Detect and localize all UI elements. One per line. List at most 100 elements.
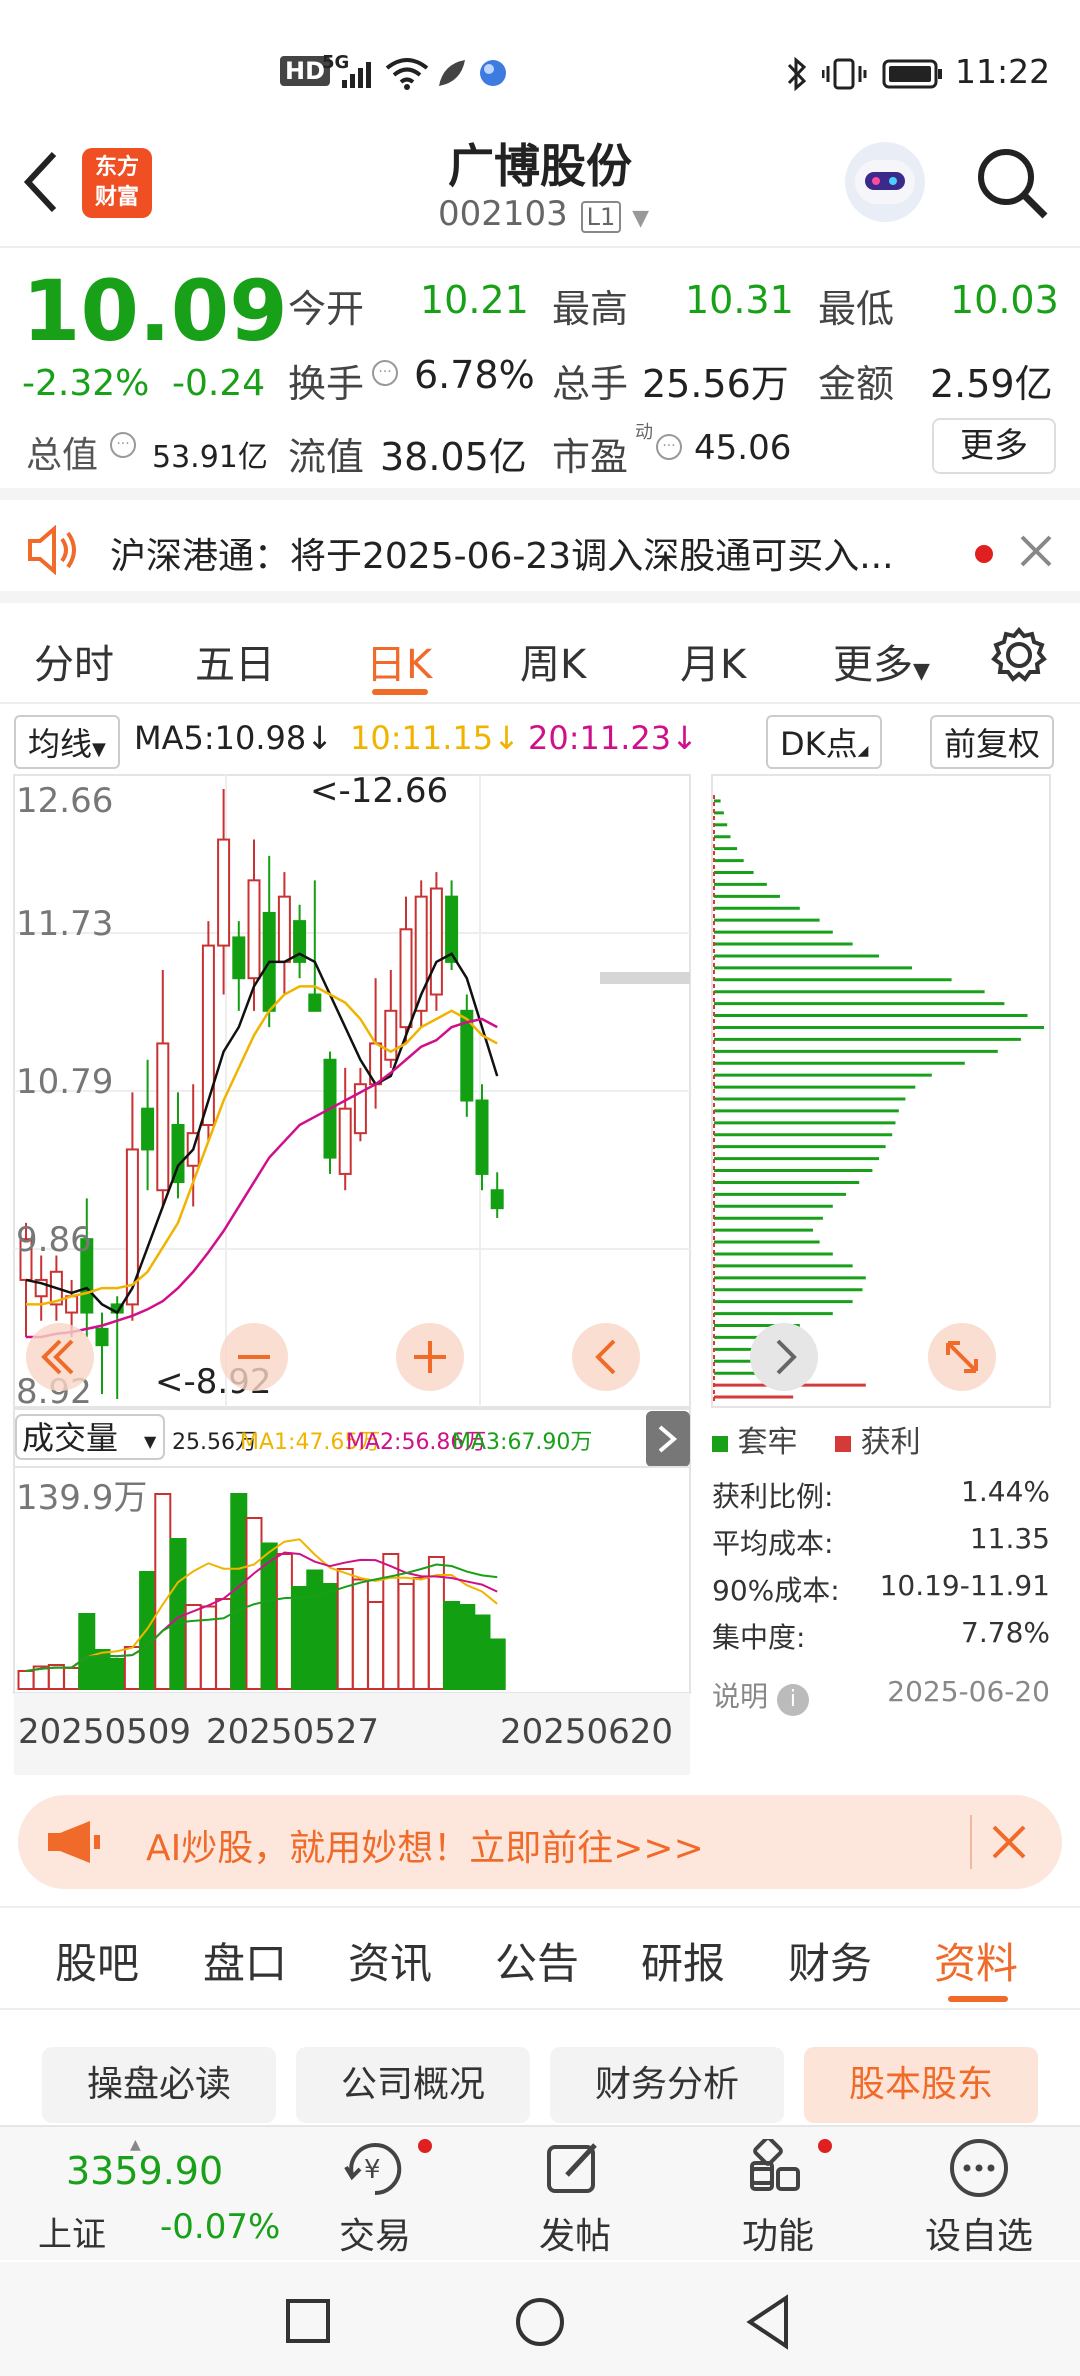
volume-bar (139, 1571, 157, 1690)
period-tabs: 分时 五日 日K 周K 月K 更多▼ (0, 604, 1080, 704)
pe-label: 市盈 (552, 435, 629, 479)
info-icon[interactable]: ··· (372, 360, 398, 386)
chip-financial-analysis[interactable]: 财务分析 (550, 2047, 784, 2123)
settings-icon[interactable] (990, 626, 1048, 684)
date-label: 20250620 (500, 1712, 673, 1752)
change-percent: -2.32% (22, 363, 150, 404)
back-nav-icon[interactable] (744, 2294, 792, 2350)
close-icon[interactable] (1018, 533, 1054, 569)
nav-trade[interactable]: 交易 (315, 2207, 435, 2259)
chip-stat-label: 集中度: (712, 1621, 806, 1654)
high-label: 最高 (552, 287, 629, 331)
prev-control[interactable] (572, 1323, 640, 1391)
tab-financials[interactable]: 财务 (788, 1930, 872, 1991)
volume-bar (275, 1553, 293, 1690)
compose-icon[interactable] (545, 2139, 605, 2197)
candle-body (308, 993, 322, 1012)
tab-more[interactable]: 更多▼ (833, 632, 930, 690)
volume-bar (443, 1601, 461, 1690)
chip-stat-value: 11.35 (969, 1522, 1050, 1555)
close-icon[interactable] (990, 1823, 1028, 1861)
quote-panel: 10.09 -2.32% -0.24 总值 ··· 53.91亿 今开 10.2… (0, 250, 1080, 500)
nav-post[interactable]: 发帖 (515, 2207, 635, 2259)
candle-body (217, 838, 231, 947)
candle-body (141, 1107, 155, 1151)
tab-research[interactable]: 研报 (641, 1930, 725, 1991)
arrow-down-icon: ↓ (306, 719, 334, 757)
arrow-down-icon: ↓ (671, 719, 698, 757)
y-axis-label: 9.86 (16, 1220, 92, 1260)
notice-bar[interactable]: 沪深港通：将于2025-06-23调入深股通可买入... (0, 505, 1080, 603)
indicator-expand-tab[interactable] (646, 1411, 690, 1467)
volume-bar (321, 1583, 339, 1690)
adjust-toggle[interactable]: 前复权 (930, 715, 1055, 769)
more-button[interactable]: 更多 (932, 418, 1056, 474)
nav-functions[interactable]: 功能 (718, 2207, 838, 2259)
stock-code-switcher[interactable]: 002103 L1 ▼ (438, 194, 649, 234)
chip-shareholders[interactable]: 股本股东 (804, 2047, 1038, 2123)
scroll-left-control[interactable] (26, 1323, 94, 1391)
info-icon[interactable]: ··· (110, 432, 136, 458)
ma-toggle[interactable]: 均线▼ (14, 715, 120, 769)
candle-body (338, 1107, 352, 1175)
open-value: 10.21 (420, 278, 529, 322)
note-label: 说明 (712, 1680, 769, 1713)
tab-five-day[interactable]: 五日 (195, 632, 275, 690)
volume-bar (78, 1613, 96, 1690)
tab-month-k[interactable]: 月K (680, 632, 746, 690)
tab-week-k[interactable]: 周K (520, 632, 586, 690)
ai-promo-banner[interactable]: AI炒股，就用妙想！立即前往>>> (18, 1795, 1062, 1889)
y-axis-label: 11.73 (16, 904, 113, 944)
candle-body (475, 1099, 489, 1175)
yen-trade-icon[interactable]: ¥ (342, 2137, 408, 2199)
volume-bar (154, 1493, 172, 1690)
candle-body (277, 895, 291, 963)
more-circle-icon[interactable] (948, 2137, 1010, 2199)
chip-trading-guide[interactable]: 操盘必读 (42, 2047, 276, 2123)
high-value: 10.31 (685, 278, 794, 322)
chip-stat-row: 集中度: 7.78% (712, 1616, 1050, 1663)
chip-note[interactable]: 说明 i 2025-06-20 (712, 1675, 1050, 1716)
recent-apps-icon[interactable] (285, 2298, 331, 2344)
ma10-readout: 10:11.15↓ (350, 719, 520, 757)
pe-value: 45.06 (694, 428, 792, 468)
volume-bar (291, 1586, 309, 1690)
info-icon[interactable]: ··· (656, 434, 682, 460)
chip-stats: 获利比例: 1.44% 平均成本: 11.35 90%成本: 10.19-11.91 … (712, 1475, 1050, 1663)
tab-forum[interactable]: 股吧 (55, 1930, 139, 1991)
index-value[interactable]: 3359.90 (66, 2149, 223, 2193)
robot-assistant-icon[interactable] (845, 142, 925, 222)
candle-body (445, 895, 459, 963)
tab-intraday[interactable]: 分时 (34, 632, 114, 690)
leaf-icon (439, 60, 465, 86)
tab-orderbook[interactable]: 盘口 (203, 1930, 287, 1991)
search-icon[interactable] (975, 146, 1049, 220)
chip-next-control[interactable] (750, 1323, 818, 1391)
level-badge: L1 (580, 201, 622, 233)
dk-point-toggle[interactable]: DK点◢ (766, 715, 883, 769)
expand-icon[interactable] (928, 1323, 996, 1391)
tab-announcements[interactable]: 公告 (495, 1930, 579, 1991)
tab-news[interactable]: 资讯 (348, 1930, 432, 1991)
tab-day-k[interactable]: 日K (366, 632, 432, 690)
tab-profile[interactable]: 资料 (934, 1930, 1018, 1991)
megaphone-icon (48, 1821, 100, 1863)
volume-bar (17, 1670, 35, 1690)
zoom-out-control[interactable] (220, 1323, 288, 1391)
chip-stat-row: 90%成本: 10.19-11.91 (712, 1569, 1050, 1616)
battery-icon (882, 59, 942, 89)
legend-profit: 获利 (860, 1425, 921, 1460)
stock-code: 002103 (438, 194, 568, 234)
float-value: 38.05亿 (380, 435, 527, 479)
chip-company-overview[interactable]: 公司概况 (296, 2047, 530, 2123)
chip-stat-value: 7.78% (961, 1616, 1050, 1649)
grid-apps-icon[interactable] (748, 2139, 808, 2197)
ma-toggle-label: 均线 (28, 725, 93, 763)
zoom-in-control[interactable] (396, 1323, 464, 1391)
ma5-value: MA5:10.98 (134, 719, 307, 757)
volume-toggle-label: 成交量 (22, 1419, 118, 1457)
ma20-readout: 20:11.23↓ (528, 719, 698, 757)
home-icon[interactable] (514, 2296, 566, 2348)
nav-watchlist[interactable]: 设自选 (919, 2207, 1039, 2259)
dk-band (600, 972, 690, 984)
